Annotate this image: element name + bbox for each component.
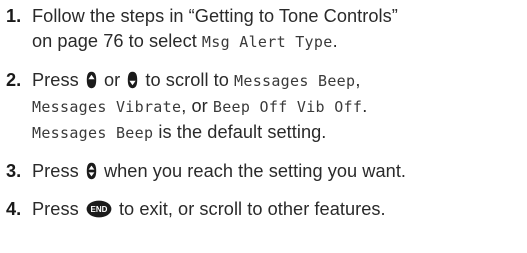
lcd-menu-text: Messages Beep	[234, 72, 356, 90]
step-number: 3.	[6, 161, 22, 181]
step-text: to scroll to	[140, 70, 235, 90]
lcd-menu-text: Msg Alert Type	[201, 33, 333, 51]
step-text: to exit, or scroll to other features.	[113, 199, 386, 219]
step-text: Press	[32, 70, 84, 90]
step-text: .	[332, 31, 338, 51]
step-text: Press	[32, 161, 84, 181]
end-key-icon: END	[86, 200, 112, 218]
step-1: 1. Follow the steps in “Getting to Tone …	[0, 4, 527, 55]
lcd-menu-text: Messages Vibrate	[32, 98, 182, 116]
step-line: Press END to exit, or scroll to other fe…	[32, 197, 527, 222]
step-text: , or	[181, 96, 213, 116]
step-line: Follow the steps in “Getting to Tone Con…	[32, 4, 527, 29]
step-2: 2. Press or to scroll to Messages Beep , …	[0, 68, 527, 146]
scroll-up-key-icon	[86, 71, 97, 89]
step-text: .	[362, 96, 368, 116]
step-number: 1.	[6, 6, 22, 26]
step-number: 4.	[6, 199, 22, 219]
end-key-label: END	[90, 205, 107, 214]
lcd-menu-text: Beep Off Vib Off	[212, 98, 363, 116]
step-line: Messages Beep is the default setting.	[32, 120, 527, 146]
step-text: or	[98, 70, 126, 90]
step-text: is the default setting.	[153, 122, 327, 142]
step-text: ,	[355, 70, 361, 90]
step-number: 2.	[6, 70, 22, 90]
step-4: 4. Press END to exit, or scroll to other…	[0, 197, 527, 222]
step-text: Follow the steps in “Getting to Tone Con…	[32, 6, 398, 26]
lcd-menu-text: Messages Beep	[32, 124, 154, 142]
step-text: on page 76 to select	[32, 31, 202, 51]
step-line: Press when you reach the setting you wan…	[32, 159, 527, 184]
step-text: Press	[32, 199, 84, 219]
step-line: Messages Vibrate, or Beep Off Vib Off.	[32, 94, 527, 120]
select-key-icon	[86, 162, 97, 180]
step-line: Press or to scroll to Messages Beep,	[32, 68, 527, 94]
instruction-steps: 1. Follow the steps in “Getting to Tone …	[0, 4, 527, 222]
step-3: 3. Press when you reach the setting you …	[0, 159, 527, 184]
scroll-down-key-icon	[127, 71, 138, 89]
step-text: when you reach the setting you want.	[98, 161, 407, 181]
step-line: on page 76 to select Msg Alert Type.	[32, 29, 527, 55]
